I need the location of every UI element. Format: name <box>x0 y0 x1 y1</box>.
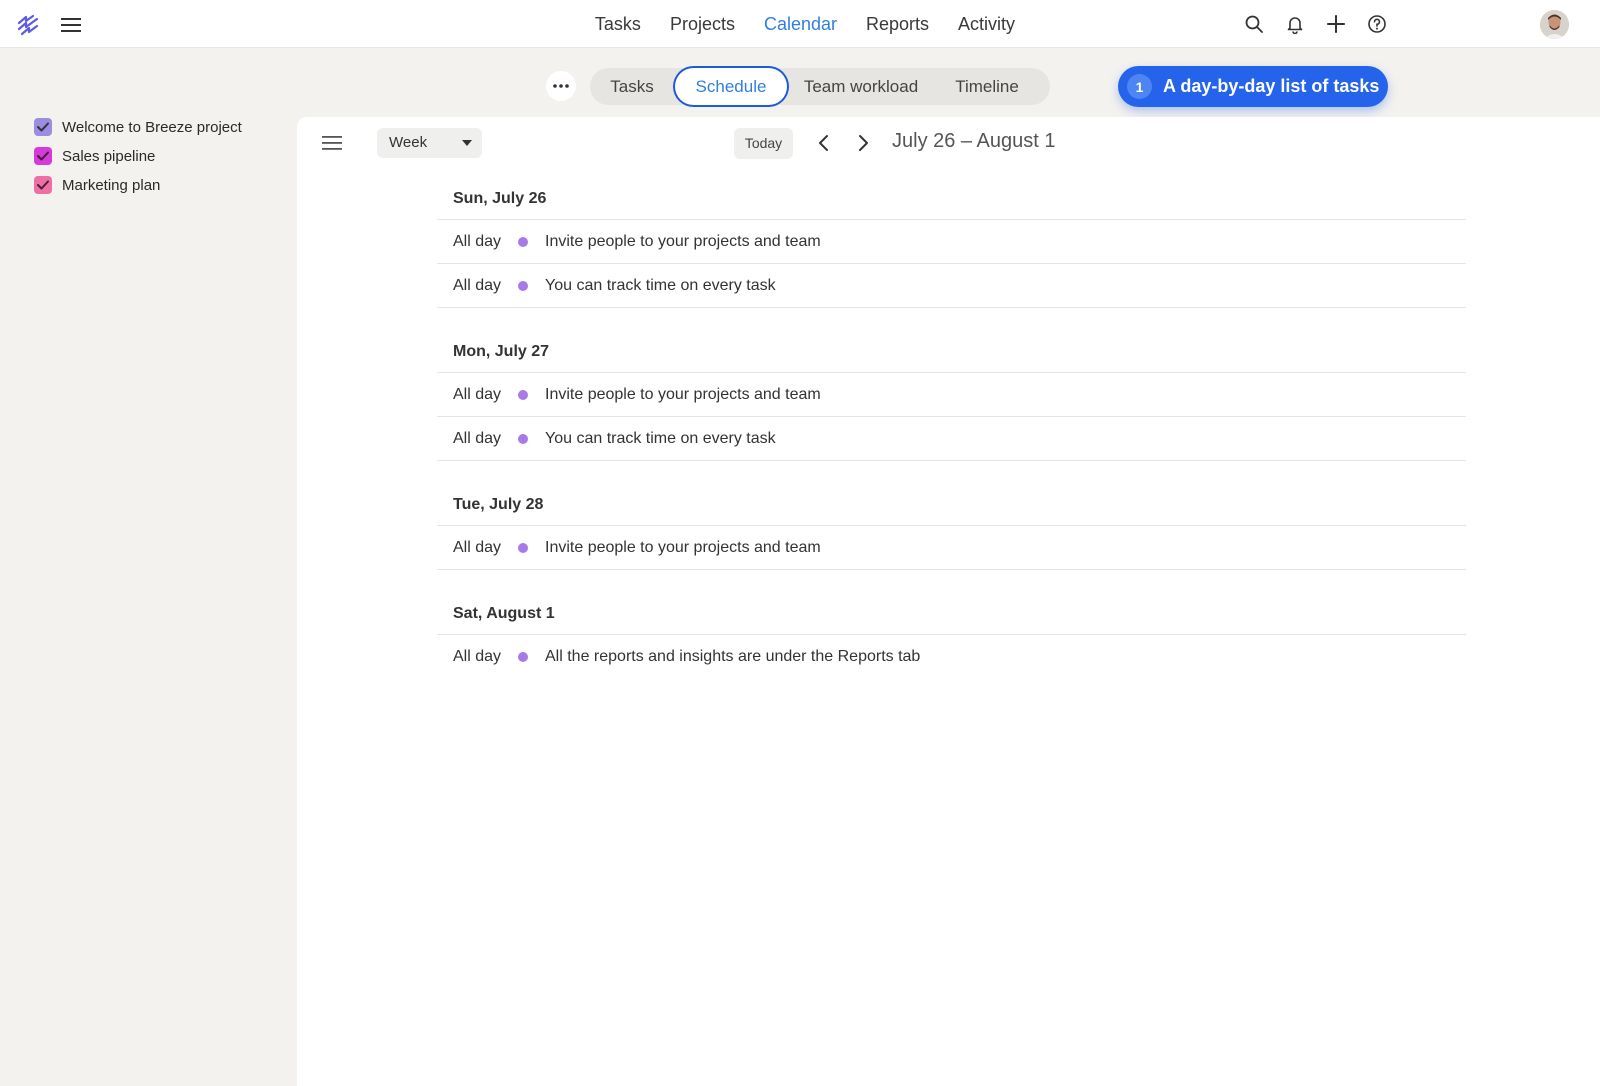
project-label: Welcome to Breeze project <box>62 118 242 136</box>
caret-down-icon <box>462 140 472 146</box>
previous-week-icon[interactable] <box>812 131 836 155</box>
topnav-activity[interactable]: Activity <box>958 14 1015 35</box>
top-icons <box>1244 14 1387 34</box>
event-row[interactable]: All day Invite people to your projects a… <box>437 220 1466 264</box>
user-avatar[interactable] <box>1540 10 1569 39</box>
tab-team-workload[interactable]: Team workload <box>796 68 926 105</box>
event-row[interactable]: All day You can track time on every task <box>437 264 1466 308</box>
project-marketing-plan[interactable]: Marketing plan <box>34 176 160 194</box>
period-select[interactable]: Week <box>377 128 482 158</box>
event-title: Invite people to your projects and team <box>545 385 821 403</box>
project-label: Sales pipeline <box>62 147 156 165</box>
today-button[interactable]: Today <box>734 128 793 159</box>
event-row[interactable]: All day All the reports and insights are… <box>437 635 1466 679</box>
search-icon[interactable] <box>1244 14 1264 34</box>
period-select-value: Week <box>389 134 428 151</box>
checkbox-icon[interactable] <box>34 176 52 194</box>
event-title: Invite people to your projects and team <box>545 232 821 250</box>
topnav-projects[interactable]: Projects <box>670 14 735 35</box>
event-time: All day <box>453 429 502 447</box>
day-group: Mon, July 27 All day Invite people to yo… <box>437 330 1466 461</box>
tooltip-step-number: 1 <box>1127 74 1152 99</box>
event-time: All day <box>453 232 502 250</box>
project-color-dot-icon <box>518 542 528 553</box>
calendar-panel: Week Today July 26 – August 1 Sun, July … <box>297 117 1600 1086</box>
next-week-icon[interactable] <box>851 131 875 155</box>
event-row[interactable]: All day Invite people to your projects a… <box>437 373 1466 417</box>
project-color-dot-icon <box>518 652 528 662</box>
plus-icon[interactable] <box>1326 14 1346 34</box>
project-label: Marketing plan <box>62 176 161 194</box>
project-color-dot-icon <box>518 236 528 247</box>
day-header: Sun, July 26 <box>437 177 1466 220</box>
view-tabs: Tasks Schedule Team workload Timeline <box>590 68 1050 105</box>
topnav-tasks[interactable]: Tasks <box>595 14 641 35</box>
tab-tasks[interactable]: Tasks <box>602 68 662 105</box>
day-group: Sun, July 26 All day Invite people to yo… <box>437 177 1466 308</box>
list-menu-icon[interactable] <box>321 134 343 152</box>
tab-schedule[interactable]: Schedule <box>678 71 784 102</box>
event-title: Invite people to your projects and team <box>545 538 821 556</box>
event-row[interactable]: All day You can track time on every task <box>437 417 1466 461</box>
day-group: Tue, July 28 All day Invite people to yo… <box>437 483 1466 570</box>
date-range-label: July 26 – August 1 <box>892 130 1056 152</box>
checkbox-icon[interactable] <box>34 147 52 165</box>
topnav-calendar[interactable]: Calendar <box>764 14 837 35</box>
project-color-dot-icon <box>518 280 528 291</box>
project-welcome-to-breeze[interactable]: Welcome to Breeze project <box>34 118 242 136</box>
ellipsis-icon <box>553 84 569 88</box>
more-options-button[interactable] <box>546 71 576 101</box>
breeze-logo-icon[interactable] <box>17 14 39 36</box>
bell-icon[interactable] <box>1285 14 1305 34</box>
topnav-reports[interactable]: Reports <box>866 14 929 35</box>
event-title: You can track time on every task <box>545 429 776 447</box>
day-header: Sat, August 1 <box>437 592 1466 635</box>
project-color-dot-icon <box>518 433 528 444</box>
help-icon[interactable] <box>1367 14 1387 34</box>
event-time: All day <box>453 276 502 294</box>
event-time: All day <box>453 538 502 556</box>
project-color-dot-icon <box>518 389 528 400</box>
main-menu-icon[interactable] <box>60 16 82 34</box>
project-sales-pipeline[interactable]: Sales pipeline <box>34 147 155 165</box>
event-time: All day <box>453 385 502 403</box>
top-bar: Tasks Projects Calendar Reports Activity <box>0 0 1600 48</box>
event-time: All day <box>453 648 502 665</box>
event-title: You can track time on every task <box>545 276 776 294</box>
day-header: Mon, July 27 <box>437 330 1466 373</box>
day-header: Tue, July 28 <box>437 483 1466 526</box>
onboarding-tooltip[interactable]: 1 A day-by-day list of tasks <box>1118 66 1388 107</box>
event-row[interactable]: All day Invite people to your projects a… <box>437 526 1466 570</box>
tab-timeline[interactable]: Timeline <box>942 68 1032 105</box>
tooltip-text: A day-by-day list of tasks <box>1163 76 1380 96</box>
day-group: Sat, August 1 All day All the reports an… <box>437 592 1466 679</box>
sidebar: Welcome to Breeze project Sales pipeline… <box>0 48 297 1086</box>
checkbox-icon[interactable] <box>34 118 52 136</box>
schedule-list: Sun, July 26 All day Invite people to yo… <box>437 177 1466 701</box>
event-title: All the reports and insights are under t… <box>545 648 921 665</box>
